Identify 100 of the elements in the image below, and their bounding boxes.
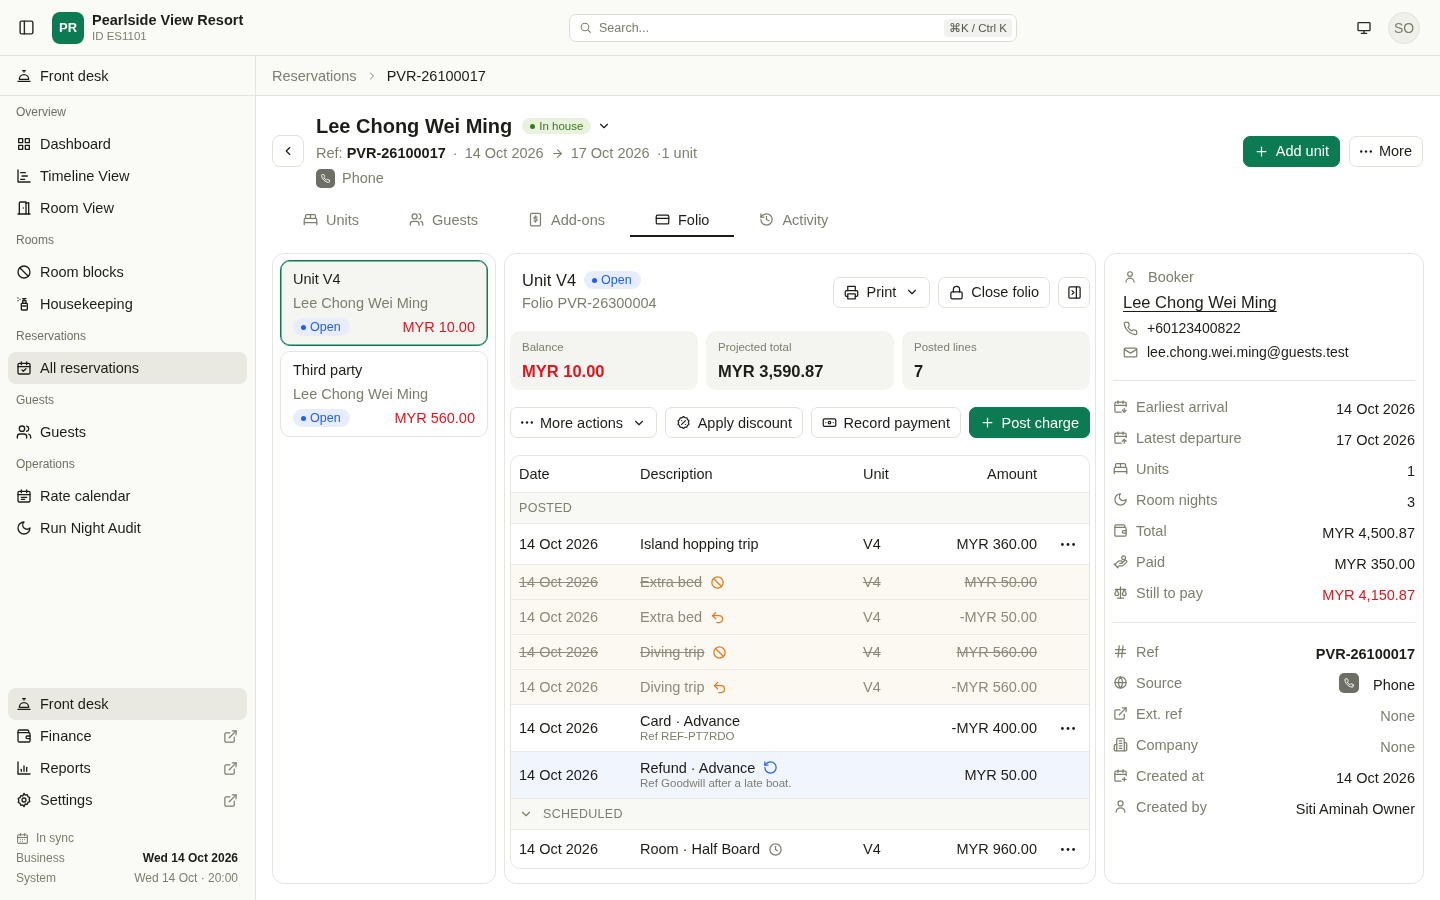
- wallet-icon: [16, 728, 32, 744]
- tab[interactable]: Guests: [384, 204, 503, 237]
- group-label: Overview: [15, 104, 67, 121]
- table-cell: Island hopping trip: [640, 536, 759, 552]
- bell-icon: [16, 696, 32, 712]
- undo-icon: [712, 679, 728, 695]
- table-cell-text: 14 Oct 2026: [518, 644, 599, 660]
- folio-title: Unit V4: [522, 270, 577, 290]
- table-cell: Diving trip: [640, 644, 705, 660]
- nav-item[interactable]: Room View: [8, 192, 247, 224]
- detail-value: MYR 4,500.87: [1322, 523, 1415, 541]
- nav-item[interactable]: Settings: [8, 784, 247, 816]
- folio-card[interactable]: Unit V4 Lee Chong Wei Ming Open MYR 10.00: [280, 260, 488, 346]
- ellipsis-icon[interactable]: [1061, 726, 1075, 730]
- percent-badge-icon: [675, 415, 691, 430]
- ellipsis-icon[interactable]: [1061, 542, 1075, 546]
- stat-label: Projected total: [718, 340, 793, 355]
- tab[interactable]: Activity: [734, 204, 854, 237]
- column-header: Description: [639, 466, 714, 482]
- folio-title: Third party: [293, 361, 364, 380]
- close-folio-button[interactable]: Close folio: [938, 276, 1050, 308]
- table-cell-text: 14 Oct 2026: [518, 574, 599, 590]
- print-button[interactable]: Print: [833, 276, 931, 308]
- history-icon: [759, 212, 775, 227]
- table-cell-text: 14 Oct 2026: [518, 679, 599, 695]
- email-address: lee.chong.wei.ming@guests.test: [1147, 344, 1349, 360]
- folio-card[interactable]: Third party Lee Chong Wei Ming Open MYR 560.00: [280, 351, 488, 437]
- nav-item[interactable]: Timeline View: [8, 160, 247, 192]
- stat-label: Posted lines: [914, 340, 978, 355]
- search-field[interactable]: Search...: [599, 18, 937, 37]
- user-icon: [1113, 799, 1128, 814]
- nav-item[interactable]: Guests: [8, 416, 247, 448]
- nav-item[interactable]: Dashboard: [8, 128, 247, 160]
- nav-item[interactable]: Room blocks: [8, 256, 247, 288]
- post-charge-button[interactable]: Post charge: [968, 407, 1090, 438]
- nav-item[interactable]: Run Night Audit: [8, 512, 247, 544]
- add-unit-button[interactable]: Add unit: [1242, 135, 1340, 167]
- nav-item[interactable]: Rate calendar: [8, 480, 247, 512]
- stat-value: 7: [914, 361, 925, 382]
- more-actions-button[interactable]: More actions: [510, 407, 657, 438]
- status-label: Open: [601, 273, 632, 287]
- detail-value: None: [1380, 706, 1415, 724]
- lock-icon: [949, 284, 965, 300]
- tab[interactable]: Units: [278, 204, 385, 237]
- detail-label: Created by: [1136, 798, 1207, 815]
- nav-item[interactable]: Reports: [8, 752, 247, 784]
- status-label: Open: [310, 411, 341, 425]
- printer-icon: [844, 284, 860, 300]
- table-cell-text: V4: [862, 841, 882, 857]
- nav-item[interactable]: Front desk: [8, 688, 247, 720]
- group-label: Reservations: [15, 328, 88, 345]
- tab[interactable]: Folio: [630, 204, 735, 237]
- folio-balance: MYR 10.00: [402, 319, 475, 335]
- phone-icon: [1339, 672, 1360, 693]
- external-link-icon: [1113, 706, 1128, 721]
- nav-item[interactable]: Finance: [8, 720, 247, 752]
- stat-label: Balance: [522, 340, 565, 355]
- booker-name-link[interactable]: Lee Chong Wei Ming: [1123, 288, 1277, 316]
- grid-icon: [16, 136, 32, 152]
- ban-icon: [712, 644, 728, 660]
- plus-icon: [979, 415, 995, 430]
- nav-item[interactable]: Housekeeping: [8, 288, 247, 320]
- monitor-icon[interactable]: [1356, 19, 1372, 36]
- section-label: Booker: [1148, 269, 1194, 285]
- avatar[interactable]: SO: [1388, 11, 1420, 44]
- table-cell-text: -MYR 50.00: [958, 609, 1038, 625]
- reservation-ref: Ref: PVR-26100017: [316, 145, 446, 161]
- ellipsis-icon: [521, 421, 533, 424]
- table-cell-text: V4: [862, 644, 882, 660]
- cell-note: Ref Goodwill after a late boat.: [640, 775, 793, 791]
- detail-value: Phone: [1373, 675, 1415, 693]
- detail-label: Earliest arrival: [1136, 398, 1228, 415]
- apply-discount-button[interactable]: Apply discount: [664, 407, 803, 438]
- clock-icon: [768, 841, 784, 857]
- status-dot-icon: [530, 123, 536, 129]
- table-cell-text: -MYR 400.00: [950, 720, 1038, 736]
- panel-left-icon[interactable]: [18, 19, 35, 36]
- sidebar-title: Front desk: [40, 67, 109, 84]
- panel-toggle-button[interactable]: [1058, 276, 1090, 308]
- folio-balance: MYR 560.00: [394, 410, 475, 426]
- detail-label: Room nights: [1136, 491, 1218, 508]
- unit-count: ·1 unit: [656, 145, 697, 161]
- nav-item[interactable]: All reservations: [8, 352, 247, 384]
- search-bar[interactable]: Search... ⌘K / Ctrl K: [569, 13, 1017, 42]
- credit-card-icon: [655, 212, 670, 227]
- tab[interactable]: Add-ons: [503, 204, 630, 237]
- phone-icon: [316, 168, 335, 188]
- record-payment-button[interactable]: Record payment: [810, 407, 961, 438]
- detail-value: 14 Oct 2026: [1336, 399, 1415, 417]
- hand-coins-icon: [1113, 554, 1128, 569]
- detail-value: MYR 350.00: [1334, 554, 1415, 572]
- settings-icon: [16, 792, 32, 808]
- breadcrumb-link[interactable]: Reservations: [272, 67, 357, 84]
- more-button[interactable]: More: [1348, 135, 1423, 167]
- ellipsis-icon[interactable]: [1061, 847, 1075, 851]
- bed-icon: [1113, 461, 1128, 476]
- phone-icon: [1123, 320, 1138, 336]
- detail-value: 14 Oct 2026: [1336, 768, 1415, 786]
- column-header: Unit: [862, 466, 890, 482]
- moon-icon: [1113, 492, 1128, 507]
